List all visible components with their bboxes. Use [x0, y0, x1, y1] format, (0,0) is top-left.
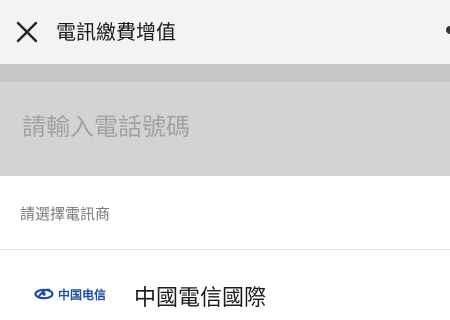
china-telecom-logo: 中国电信: [34, 284, 106, 304]
page-title: 電訊繳費增值: [56, 20, 176, 44]
phone-number-input[interactable]: [22, 102, 422, 152]
more-icon[interactable]: [446, 26, 450, 34]
phone-input-area: [0, 64, 450, 176]
top-bar: 電訊繳費增值: [0, 0, 450, 64]
carrier-section-label: 請選擇電訊商: [20, 205, 111, 223]
input-area-shade: [0, 64, 450, 82]
close-icon[interactable]: [13, 18, 41, 46]
carrier-name: 中國電信國際: [134, 286, 267, 311]
carrier-item-china-telecom[interactable]: 中国电信 中國電信國際: [0, 250, 450, 320]
